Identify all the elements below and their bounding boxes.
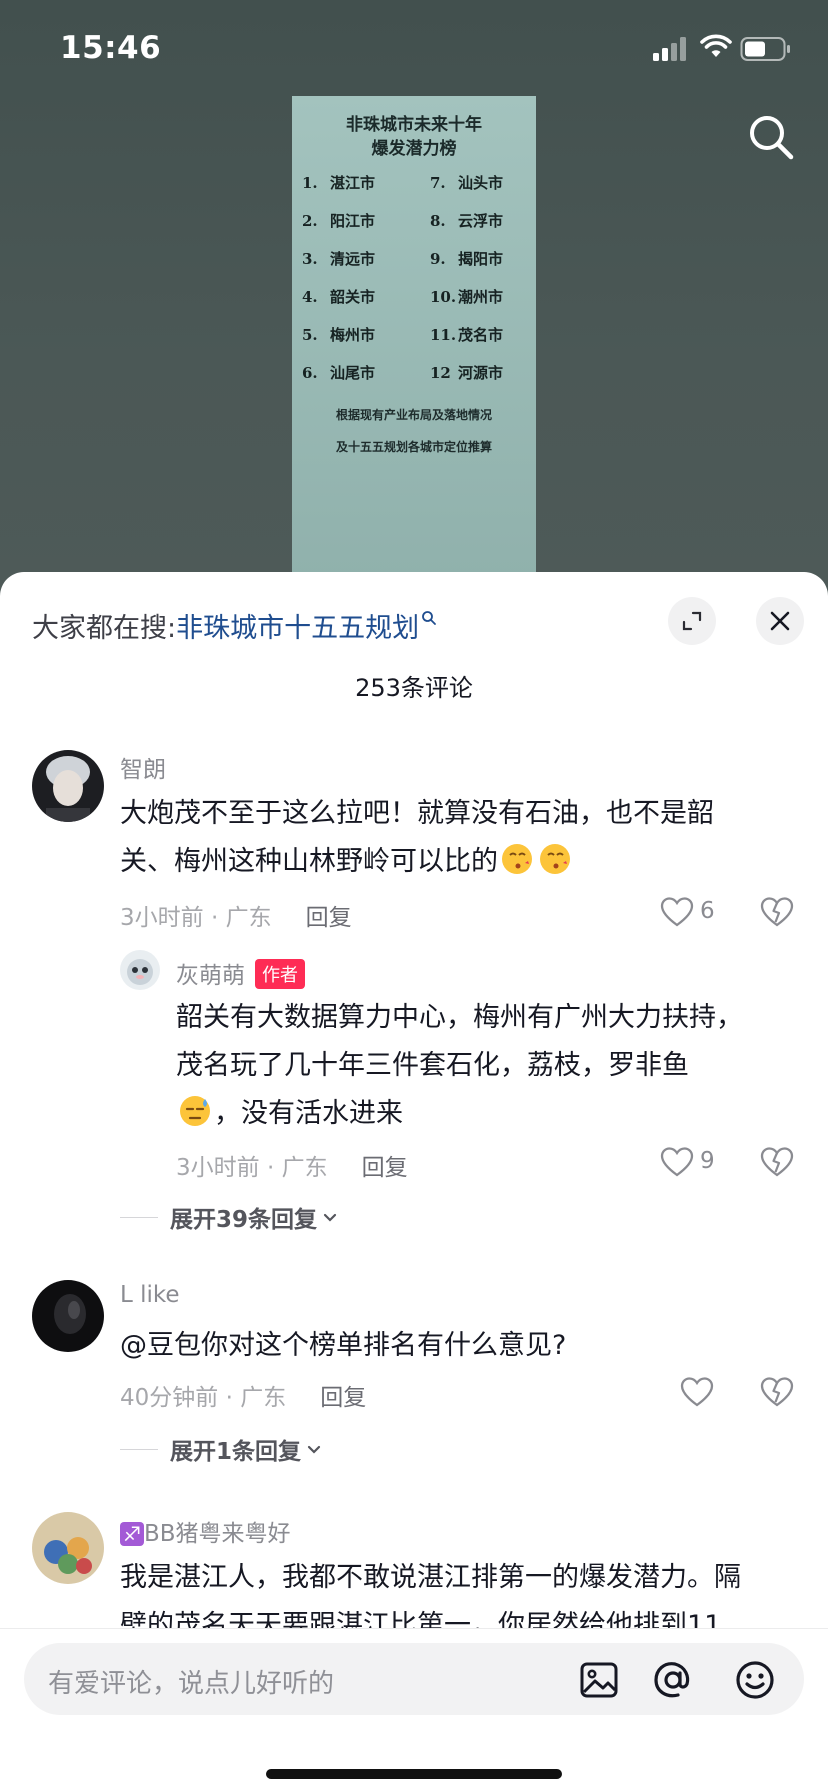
divider	[120, 1448, 158, 1450]
rank-item: 11. 茂名市	[430, 326, 504, 344]
like-count: 9	[700, 1148, 715, 1174]
expand-replies-button[interactable]: 展开1条回复	[120, 1432, 323, 1466]
comment-time-location: 40分钟前 · 广东	[120, 1385, 287, 1411]
kiss-emoji-icon	[540, 844, 570, 874]
heart-icon[interactable]	[660, 1146, 694, 1178]
heart-icon[interactable]	[680, 1376, 714, 1408]
hot-search-link[interactable]: 非珠城市十五五规划	[176, 613, 419, 644]
dislike-icon[interactable]	[760, 896, 794, 928]
avatar[interactable]	[32, 750, 104, 822]
image-icon[interactable]	[578, 1659, 620, 1701]
heart-icon[interactable]	[660, 896, 694, 928]
comment-username[interactable]: L like	[120, 1282, 180, 1308]
divider	[120, 1216, 158, 1218]
comments-sheet: 大家都在搜:非珠城市十五五规划 253条评论 智朗 大炮茂不至于这么拉吧！就算没…	[0, 572, 828, 1792]
chevron-down-icon	[307, 1445, 321, 1454]
rank-item: 6. 汕尾市	[302, 364, 376, 382]
chevron-down-icon	[323, 1213, 337, 1222]
dislike-icon[interactable]	[760, 1376, 794, 1408]
expand-icon	[682, 611, 702, 631]
video-poster: 非珠城市未来十年 爆发潜力榜 1. 湛江市 2. 阳江市 3. 清远市 4. 韶关市 5…	[292, 96, 536, 606]
comment-count: 253条评论	[355, 674, 473, 702]
hot-search-bar[interactable]: 大家都在搜:非珠城市十五五规划	[32, 606, 437, 645]
comment-input-bar: 有爱评论，说点儿好听的	[0, 1628, 828, 1792]
home-indicator[interactable]	[266, 1769, 562, 1779]
comment-username[interactable]: ♐ BB猪粤来粤好	[120, 1514, 291, 1548]
avatar[interactable]	[120, 950, 160, 990]
expand-replies-button[interactable]: 展开39条回复	[120, 1200, 339, 1234]
expand-button[interactable]	[668, 597, 716, 645]
dislike-icon[interactable]	[760, 1146, 794, 1178]
avatar-image	[120, 950, 160, 990]
rank-item: 1. 湛江市	[302, 174, 376, 192]
author-badge: 作者	[255, 959, 305, 989]
reply-username: 灰萌萌 作者	[176, 956, 305, 990]
battery-icon	[740, 37, 790, 61]
rank-item: 10. 潮州市	[430, 288, 504, 306]
comment-meta: 3小时前 · 广东 回复	[120, 898, 352, 932]
poster-note-line2: 及十五五规划各城市定位推算	[335, 440, 492, 454]
wifi-icon	[700, 34, 732, 57]
close-icon	[770, 611, 790, 631]
status-time: 15:46	[60, 30, 162, 66]
comment-input[interactable]: 有爱评论，说点儿好听的	[24, 1643, 804, 1715]
rank-item: 5. 梅州市	[302, 326, 376, 344]
status-bar: 15:46	[0, 0, 828, 100]
search-icon	[422, 611, 437, 625]
avatar-image	[32, 750, 104, 822]
comment-input-placeholder: 有爱评论，说点儿好听的	[48, 1669, 335, 1699]
comment-meta: 40分钟前 · 广东 回复	[120, 1378, 366, 1412]
reply-text: 韶关有大数据算力中心，梅州有广州大力扶持， 茂名玩了几十年三件套石化，荔枝，罗非…	[176, 1002, 743, 1129]
poster-title-line2: 爆发潜力榜	[371, 139, 457, 159]
reply-button[interactable]: 回复	[306, 905, 352, 931]
zodiac-badge: ♐	[120, 1522, 144, 1546]
comment-text: @豆包你对这个榜单排名有什么意见?	[120, 1330, 567, 1361]
rank-item: 7. 汕头市	[430, 174, 504, 192]
rank-item: 9. 揭阳市	[430, 250, 504, 268]
emoji-icon[interactable]	[734, 1659, 776, 1701]
like-count: 6	[700, 898, 715, 924]
reply-meta: 3小时前 · 广东 回复	[176, 1148, 408, 1182]
reply-time-location: 3小时前 · 广东	[176, 1155, 328, 1181]
at-icon[interactable]	[652, 1659, 694, 1701]
cellular-signal-icon	[653, 37, 686, 61]
avatar-image	[32, 1280, 104, 1352]
close-button[interactable]	[756, 597, 804, 645]
comment-text: 大炮茂不至于这么拉吧！就算没有石油，也不是韶 关、梅州这种山林野岭可以比的	[120, 798, 714, 877]
hot-search-prefix: 大家都在搜:	[32, 613, 177, 644]
comment-time-location: 3小时前 · 广东	[120, 905, 272, 931]
rank-item: 12 河源市	[430, 364, 504, 382]
poster-note-line1: 根据现有产业布局及落地情况	[335, 408, 492, 422]
kiss-emoji-icon	[502, 844, 532, 874]
sweat-emoji-icon	[180, 1096, 210, 1126]
reply-button[interactable]: 回复	[362, 1155, 408, 1181]
poster-title-line1: 非珠城市未来十年	[346, 115, 482, 135]
rank-item: 4. 韶关市	[302, 288, 376, 306]
rank-item: 8. 云浮市	[430, 212, 504, 230]
search-icon[interactable]	[746, 112, 796, 162]
rank-item: 3. 清远市	[302, 250, 376, 268]
avatar-image	[32, 1512, 104, 1584]
avatar[interactable]	[32, 1280, 104, 1352]
comment-username[interactable]: 智朗	[120, 750, 166, 784]
avatar[interactable]	[32, 1512, 104, 1584]
reply-button[interactable]: 回复	[320, 1385, 366, 1411]
rank-item: 2. 阳江市	[302, 212, 376, 230]
